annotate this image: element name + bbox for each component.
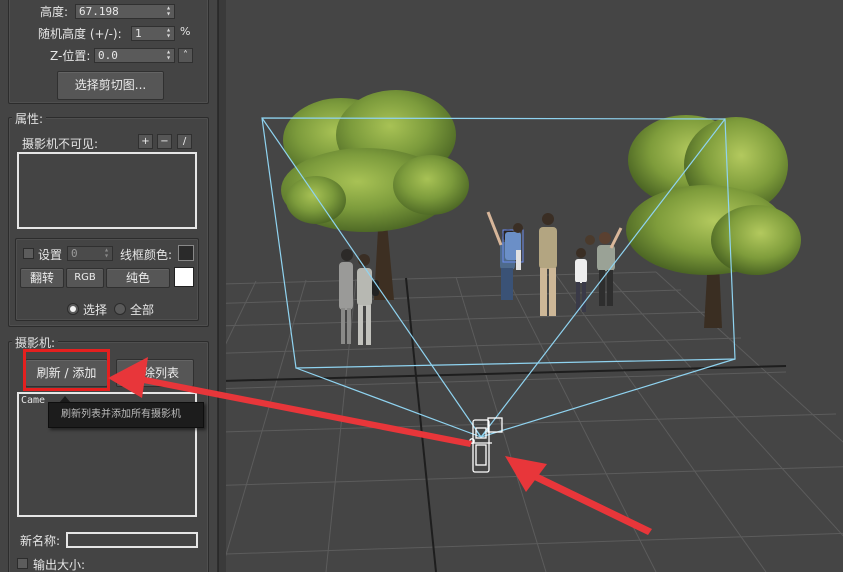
rgb-button[interactable]: RGB [66, 268, 104, 288]
perspective-viewport[interactable] [226, 0, 843, 572]
camera-invisible-list[interactable] [17, 152, 197, 229]
ground-grid [226, 271, 843, 572]
select-radio-label: 选择 [83, 303, 108, 317]
all-radio-label: 全部 [130, 303, 155, 317]
clear-list-button[interactable]: 清除列表 [116, 359, 194, 387]
z-position-value: 0.0 [98, 49, 118, 62]
solid-color-swatch[interactable] [174, 267, 194, 287]
height-value: 67.198 [79, 5, 119, 18]
z-position-spinner[interactable]: 0.0 ▴ ▾ [94, 48, 175, 63]
random-height-label: 随机高度 (+/-): [38, 27, 122, 41]
random-height-spinner[interactable]: 1 ▴ ▾ [131, 26, 175, 41]
wire-color-swatch[interactable] [178, 245, 194, 261]
person-girl-small [575, 248, 587, 312]
settings-checkbox[interactable] [23, 248, 34, 259]
select-clip-button[interactable]: 选择剪切图... [57, 71, 164, 100]
all-radio[interactable] [114, 303, 126, 315]
select-radio[interactable] [67, 303, 79, 315]
wire-color-label: 线框颜色: [120, 248, 173, 262]
scene-svg [226, 90, 843, 572]
tree-right [626, 115, 801, 328]
settings-value: 0 [71, 247, 78, 260]
height-spinner[interactable]: 67.198 ▴ ▾ [75, 4, 175, 19]
camera-gizmo-icon[interactable] [469, 417, 503, 473]
properties-title: 属性: [12, 110, 47, 127]
remove-button[interactable]: − [157, 134, 172, 149]
up-down-arrows-icon[interactable]: ▴ ▾ [165, 4, 172, 18]
flip-button[interactable]: 翻转 [20, 268, 64, 288]
camera-invisible-label: 摄影机不可见: [22, 137, 99, 151]
up-down-arrows-icon[interactable]: ▴ ▾ [103, 246, 110, 260]
person-woman-left [339, 249, 353, 344]
output-size-label: 输出大小: [33, 558, 86, 572]
solid-color-button[interactable]: 纯色 [106, 268, 170, 288]
edit-button[interactable]: / [177, 134, 192, 149]
add-button[interactable]: + [138, 134, 153, 149]
height-label: 高度: [40, 5, 69, 19]
z-position-label: Z-位置: [50, 49, 91, 63]
z-position-pin-button[interactable]: ˄ [178, 48, 193, 63]
settings-label: 设置 [38, 248, 63, 262]
command-panel: 高度: 67.198 ▴ ▾ 随机高度 (+/-): 1 ▴ ▾ % Z-位置: 0… [0, 0, 218, 572]
random-height-value: 1 [135, 27, 142, 40]
grid-axes [226, 277, 787, 572]
tooltip: 刷新列表并添加所有摄影机 [48, 402, 204, 428]
output-size-checkbox[interactable] [17, 558, 28, 569]
random-height-unit: % [180, 25, 191, 38]
settings-spinner[interactable]: 0 ▴ ▾ [67, 246, 113, 261]
up-down-arrows-icon[interactable]: ▴ ▾ [165, 48, 172, 62]
panel-scrollbar[interactable] [218, 0, 226, 572]
tree-left [281, 90, 469, 300]
refresh-add-highlight-box [23, 349, 110, 391]
person-man [539, 213, 557, 316]
new-name-label: 新名称: [20, 534, 61, 548]
up-down-arrows-icon[interactable]: ▴ ▾ [165, 26, 172, 40]
new-name-input[interactable] [66, 532, 198, 548]
